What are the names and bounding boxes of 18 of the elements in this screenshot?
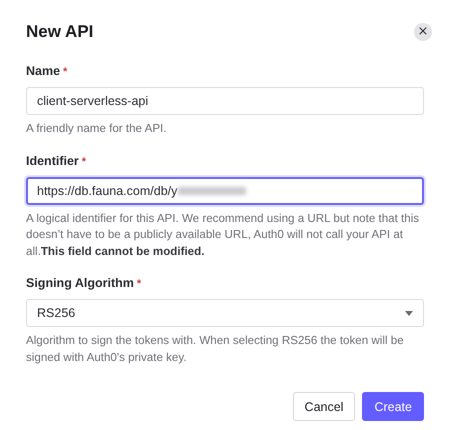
help-text: Algorithm to sign the tokens with. When selecting RS256 the token will be signed with Auth0's private key. <box>26 333 405 366</box>
help-text: A logical identifier for this API. We recommend using a URL but note that this doesn’t have to be a publicly available URL, Auth0 will not call your API at all.This field cannot be modified. <box>26 210 420 260</box>
input-field[interactable]: https://db.fauna.com/db/y <box>26 176 424 204</box>
help-text: A friendly name for the API. <box>26 121 168 137</box>
input-field[interactable]: client-serverless-api <box>26 87 424 115</box>
caret-icon <box>405 310 413 316</box>
required-mark: * <box>136 278 142 290</box>
select-field[interactable]: RS256 <box>26 299 424 327</box>
cancel-button[interactable]: Cancel <box>292 392 356 421</box>
create-button[interactable]: Create <box>362 392 424 421</box>
required-mark: * <box>63 66 68 78</box>
field-label: Identifier <box>26 154 79 168</box>
blurred-text <box>178 186 246 194</box>
close-button[interactable]: × <box>414 23 432 41</box>
dialog-title: New API <box>26 22 94 42</box>
field-label: Signing Algorithm <box>26 276 134 290</box>
required-mark: * <box>82 156 86 168</box>
field-label: Name <box>26 64 60 78</box>
